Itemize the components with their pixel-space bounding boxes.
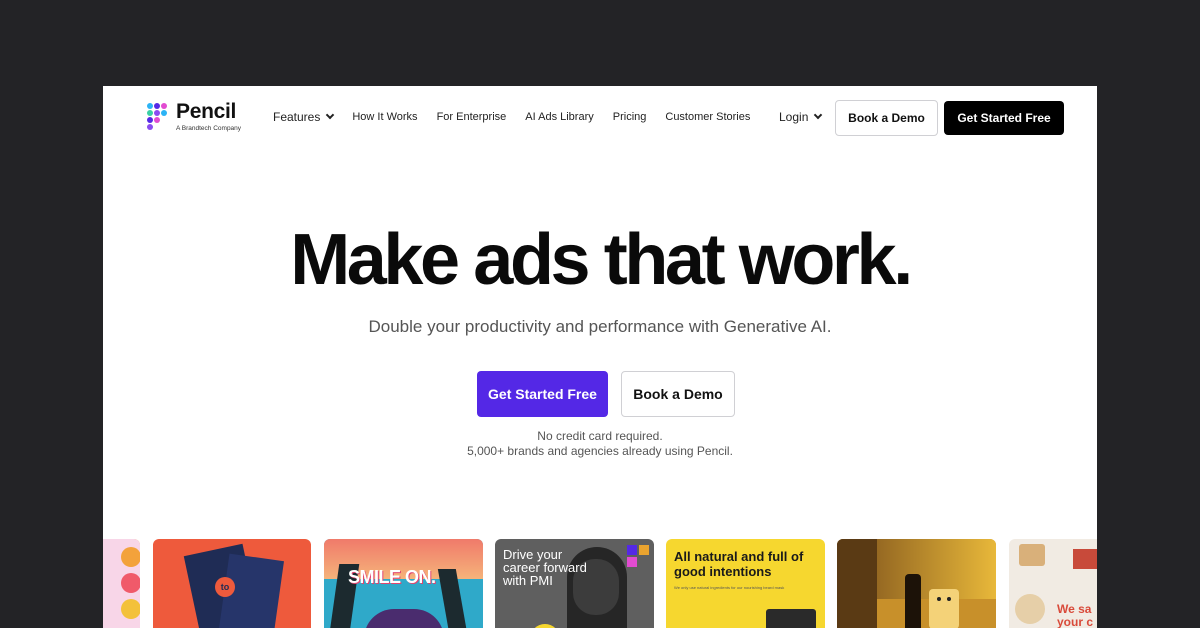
ad-example-card[interactable] xyxy=(837,539,996,628)
hero-get-started-button[interactable]: Get Started Free xyxy=(477,371,608,417)
landing-page: Pencil A Brandtech Company Features How … xyxy=(103,86,1097,628)
ad-example-card[interactable]: Drive your career forward with PMI xyxy=(495,539,654,628)
nav-item-label: Features xyxy=(273,110,321,124)
card-text: Drive your career forward with PMI xyxy=(503,547,587,588)
card-subtext: We only use natural ingredients for our … xyxy=(674,585,785,590)
nav-item-pricing[interactable]: Pricing xyxy=(613,108,647,126)
main-nav: Features How It Works For Enterprise AI … xyxy=(273,108,769,126)
chevron-down-icon xyxy=(326,110,335,120)
login-label: Login xyxy=(779,110,809,124)
card-text: All natural and full of good intentions xyxy=(674,549,804,579)
hero-headline: Make ads that work. xyxy=(290,220,913,300)
login-menu[interactable]: Login xyxy=(779,108,823,126)
hero-subheadline: Double your productivity and performance… xyxy=(368,317,832,336)
no-credit-card-note: No credit card required. xyxy=(537,429,663,443)
pencil-logo[interactable]: Pencil A Brandtech Company xyxy=(147,101,241,133)
card-text: to xyxy=(215,577,235,597)
ad-example-card[interactable]: SMILE ON. xyxy=(324,539,483,628)
nav-item-for-enterprise[interactable]: For Enterprise xyxy=(437,108,507,126)
card-text: SMILE ON. xyxy=(348,567,436,587)
nav-book-demo-button[interactable]: Book a Demo xyxy=(835,100,938,136)
nav-item-features[interactable]: Features xyxy=(273,108,335,126)
chevron-down-icon xyxy=(814,110,823,120)
ad-example-card[interactable] xyxy=(103,539,140,628)
pencil-logo-icon xyxy=(147,101,169,131)
card-text: We sa your c xyxy=(1057,602,1094,628)
nav-item-how-it-works[interactable]: How It Works xyxy=(352,108,417,126)
brand-tagline: A Brandtech Company xyxy=(176,125,242,132)
brand-name: Pencil xyxy=(176,100,237,123)
ad-example-card[interactable]: We sa your c xyxy=(1009,539,1097,628)
hero-book-demo-button[interactable]: Book a Demo xyxy=(621,371,735,417)
nav-item-ai-ads-library[interactable]: AI Ads Library xyxy=(525,108,593,126)
ad-example-card[interactable]: to xyxy=(153,539,311,628)
ad-example-card[interactable]: All natural and full of good intentions … xyxy=(666,539,825,628)
nav-get-started-button[interactable]: Get Started Free xyxy=(944,101,1064,135)
nav-item-customer-stories[interactable]: Customer Stories xyxy=(665,108,750,126)
brands-count-note: 5,000+ brands and agencies already using… xyxy=(467,444,733,458)
